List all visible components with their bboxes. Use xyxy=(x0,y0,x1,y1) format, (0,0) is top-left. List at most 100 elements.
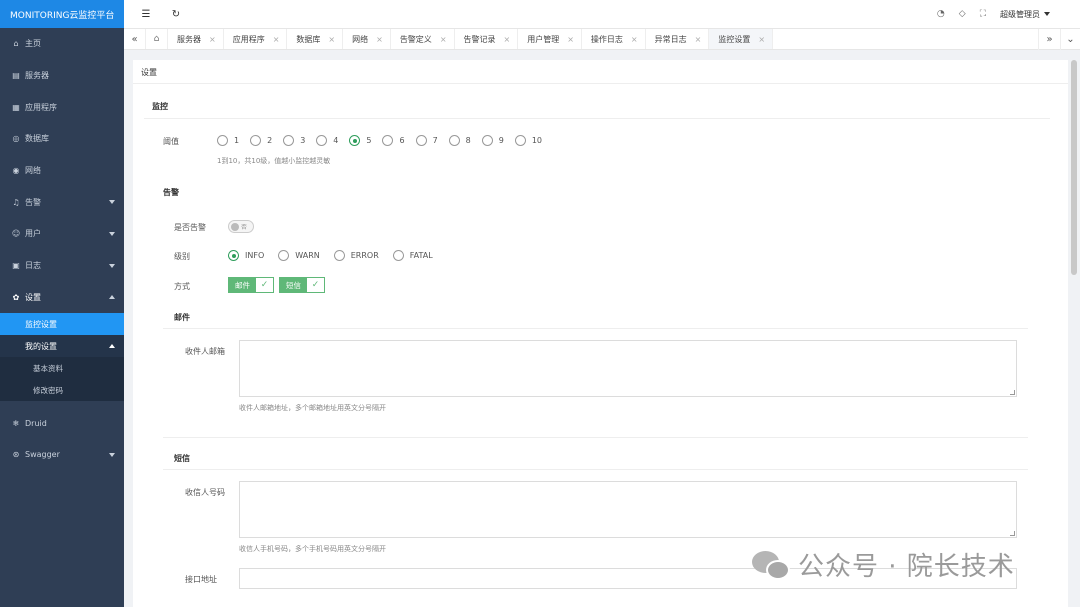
threshold-radio-4[interactable]: 4 xyxy=(316,135,338,146)
content-scrollbar[interactable] xyxy=(1071,60,1077,275)
tab-application[interactable]: 应用程序 × xyxy=(224,29,288,49)
tab-database[interactable]: 数据库 × xyxy=(287,29,344,49)
radio-circle xyxy=(228,250,239,261)
close-icon[interactable]: × xyxy=(695,35,702,44)
refresh-icon[interactable]: ↻ xyxy=(167,5,185,23)
sidebar-item-my-settings[interactable]: 我的设置 xyxy=(0,335,124,357)
user-menu[interactable]: 超级管理员 xyxy=(1000,9,1050,20)
tab-home-icon[interactable]: ⌂ xyxy=(146,29,168,49)
toggle-knob xyxy=(231,222,239,231)
tab-label: 异常日志 xyxy=(654,34,687,44)
threshold-radio-5[interactable]: 5 xyxy=(349,135,371,146)
section-alarm-title: 告警 xyxy=(163,188,179,197)
tab-network[interactable]: 网络 × xyxy=(343,29,391,49)
radio-label: 1 xyxy=(234,136,240,145)
tab-alarm-definition[interactable]: 告警定义 × xyxy=(391,29,455,49)
close-icon[interactable]: × xyxy=(273,35,280,44)
sidebar-item-label: Swagger xyxy=(25,450,60,460)
level-radio-fatal[interactable]: FATAL xyxy=(392,250,433,261)
sidebar-item-log[interactable]: ▣ 日志 xyxy=(0,250,124,282)
alarm-level-label: 级别 xyxy=(174,252,190,261)
menu-toggle-icon[interactable]: ☰ xyxy=(137,5,155,23)
threshold-radio-7[interactable]: 7 xyxy=(415,135,438,146)
tab-user-management[interactable]: 用户管理 × xyxy=(518,29,582,49)
sidebar-item-application[interactable]: ▦ 应用程序 xyxy=(0,91,124,123)
email-receiver-textarea[interactable] xyxy=(239,340,1017,397)
threshold-radio-9[interactable]: 9 xyxy=(481,135,504,146)
sidebar-item-server[interactable]: ▤ 服务器 xyxy=(0,60,124,92)
wechat-icon xyxy=(752,549,792,581)
level-radio-warn[interactable]: WARN xyxy=(278,250,320,261)
server-icon: ▤ xyxy=(12,71,20,81)
radio-circle xyxy=(349,135,361,146)
dashboard-icon[interactable]: ◔ xyxy=(937,9,945,19)
close-icon[interactable]: × xyxy=(631,35,638,44)
threshold-radio-2[interactable]: 2 xyxy=(250,135,272,146)
sidebar-item-home[interactable]: ⌂ 主页 xyxy=(0,28,124,60)
close-icon[interactable]: × xyxy=(504,35,511,44)
threshold-radio-3[interactable]: 3 xyxy=(283,135,305,146)
close-icon[interactable]: × xyxy=(376,35,383,44)
fullscreen-icon[interactable]: ⛶ xyxy=(980,9,986,19)
sidebar-item-network[interactable]: ◉ 网络 xyxy=(0,155,124,187)
threshold-radio-8[interactable]: 8 xyxy=(448,135,471,146)
brand-title[interactable]: MONITORING云监控平台 xyxy=(0,0,124,28)
snowflake-icon: ❄ xyxy=(12,418,20,428)
threshold-radio-10[interactable]: 10 xyxy=(514,135,542,146)
alarm-enable-toggle[interactable]: 否 xyxy=(228,220,254,233)
database-icon: ◎ xyxy=(12,134,20,144)
sms-receiver-textarea[interactable] xyxy=(239,481,1017,538)
sidebar-item-alarm[interactable]: ♫ 告警 xyxy=(0,186,124,218)
divider xyxy=(163,469,1028,470)
radio-label: 9 xyxy=(498,136,504,145)
close-icon[interactable]: × xyxy=(567,35,574,44)
sidebar-item-basic-info[interactable]: 基本资料 xyxy=(0,357,124,380)
tab-label: 服务器 xyxy=(177,34,201,44)
sidebar-item-label: 修改密码 xyxy=(33,385,63,395)
radio-circle xyxy=(217,135,228,146)
checkbox-label: 短信 xyxy=(280,278,307,292)
sidebar-item-monitor-settings[interactable]: 监控设置 xyxy=(0,313,124,336)
close-icon[interactable]: × xyxy=(440,35,447,44)
sidebar-item-swagger[interactable]: ⊛ Swagger xyxy=(0,439,124,471)
sidebar-item-label: 数据库 xyxy=(25,134,49,144)
user-name: 超级管理员 xyxy=(1000,9,1040,19)
sidebar-item-user[interactable]: ☺ 用户 xyxy=(0,218,124,250)
tag-icon[interactable]: ◇ xyxy=(959,9,966,19)
tab-monitor-settings[interactable]: 监控设置 × xyxy=(709,29,774,49)
user-icon: ☺ xyxy=(11,229,21,239)
level-radio-info[interactable]: INFO xyxy=(228,250,264,261)
threshold-radio-group: 1 2 3 4 5 6 7 8 9 10 xyxy=(217,135,553,146)
tabs-more-icon[interactable]: ⌄ xyxy=(1060,29,1080,50)
sidebar-item-change-password[interactable]: 修改密码 xyxy=(0,379,124,402)
method-email-checkbox[interactable]: 邮件 ✓ xyxy=(228,277,274,293)
tab-operation-log[interactable]: 操作日志 × xyxy=(582,29,646,49)
tab-exception-log[interactable]: 异常日志 × xyxy=(646,29,710,49)
sidebar-item-settings[interactable]: ✿ 设置 xyxy=(0,282,124,314)
sidebar-item-label: 日志 xyxy=(25,261,41,271)
tabs-scroll-left-icon[interactable]: « xyxy=(124,29,146,49)
sidebar-item-druid[interactable]: ❄ Druid xyxy=(0,407,124,439)
home-icon: ⌂ xyxy=(13,39,19,49)
tab-alarm-record[interactable]: 告警记录 × xyxy=(455,29,519,49)
resize-handle-icon[interactable] xyxy=(1010,531,1015,536)
resize-handle-icon[interactable] xyxy=(1010,390,1015,395)
sidebar-item-label: 告警 xyxy=(25,197,41,207)
threshold-radio-6[interactable]: 6 xyxy=(382,135,405,146)
chevron-down-icon xyxy=(109,200,115,205)
close-icon[interactable]: × xyxy=(758,35,765,44)
sidebar-item-database[interactable]: ◎ 数据库 xyxy=(0,123,124,155)
radio-circle xyxy=(392,250,404,261)
section-sms-title: 短信 xyxy=(174,454,190,463)
level-radio-error[interactable]: ERROR xyxy=(333,250,379,261)
threshold-radio-1[interactable]: 1 xyxy=(217,135,239,146)
tab-label: 操作日志 xyxy=(590,34,623,44)
page-title: 设置 xyxy=(141,68,157,77)
tab-label: 网络 xyxy=(352,34,369,44)
method-sms-checkbox[interactable]: 短信 ✓ xyxy=(279,277,325,293)
close-icon[interactable]: × xyxy=(328,35,335,44)
close-icon[interactable]: × xyxy=(209,35,216,44)
tab-server[interactable]: 服务器 × xyxy=(168,29,224,49)
tabs-scroll-right-icon[interactable]: » xyxy=(1038,29,1060,50)
radio-label: INFO xyxy=(245,251,265,260)
